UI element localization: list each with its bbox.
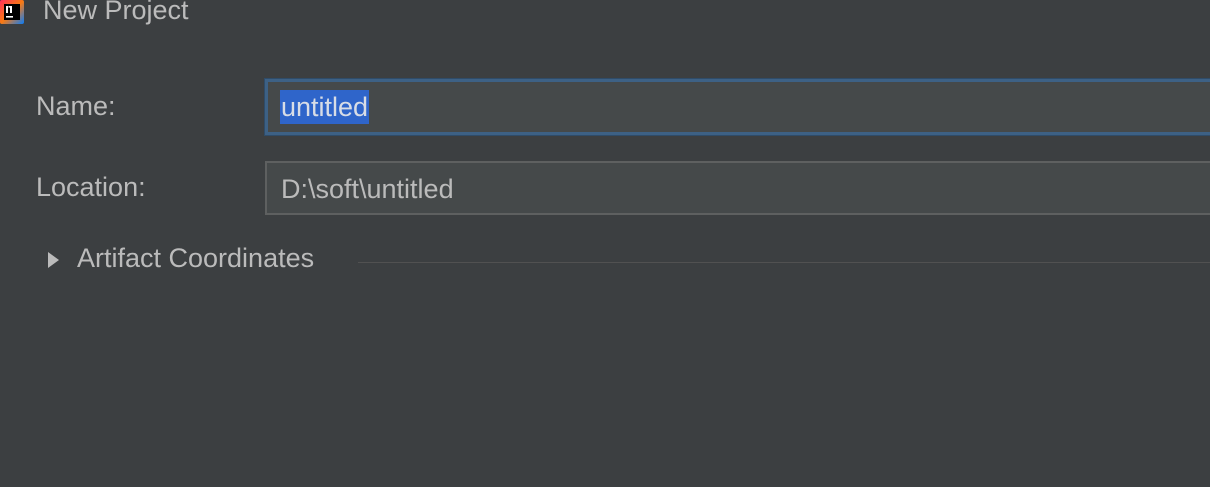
intellij-idea-icon xyxy=(0,0,24,24)
name-input[interactable]: untitled xyxy=(265,79,1210,135)
name-label: Name: xyxy=(36,91,116,121)
artifact-coordinates-section[interactable]: Artifact Coordinates xyxy=(45,243,1210,283)
title-bar: New Project xyxy=(0,0,1210,30)
new-project-dialog: New Project Name: untitled Location: D:\… xyxy=(0,0,1210,487)
section-divider xyxy=(358,262,1210,263)
window-title: New Project xyxy=(43,0,189,25)
artifact-coordinates-label[interactable]: Artifact Coordinates xyxy=(77,243,314,274)
location-input[interactable]: D:\soft\untitled xyxy=(265,161,1210,215)
chevron-right-icon[interactable] xyxy=(48,252,59,268)
location-label: Location: xyxy=(36,172,146,202)
name-input-selected-text: untitled xyxy=(280,90,370,124)
